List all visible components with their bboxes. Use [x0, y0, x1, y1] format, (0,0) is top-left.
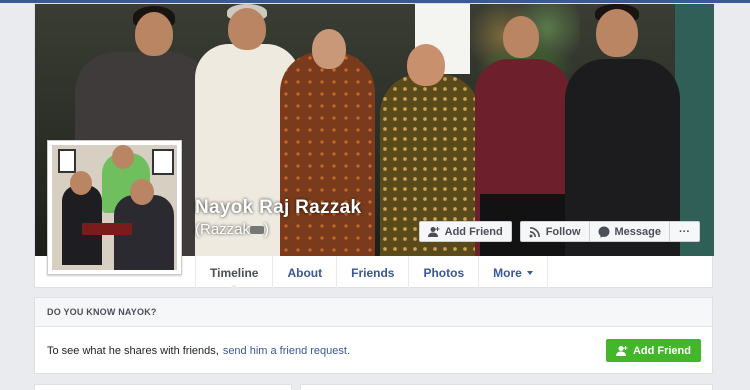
follow-label: Follow: [545, 225, 581, 238]
know-card-text: To see what he shares with friends,: [47, 344, 219, 357]
profile-picture[interactable]: [47, 140, 182, 275]
cover-button-group: Follow Message ···: [519, 221, 700, 242]
pp-head-1: [112, 145, 134, 169]
add-friend-icon: [427, 226, 440, 237]
profile-name[interactable]: Nayok Raj Razzak: [195, 197, 361, 219]
messenger-icon: [598, 226, 610, 238]
do-you-know-card: DO YOU KNOW NAYOK? To see what he shares…: [34, 297, 713, 374]
message-label: Message: [614, 225, 661, 238]
tab-more-label: More: [493, 265, 522, 280]
profile-picture-image: [52, 145, 177, 270]
profile-name-block: Nayok Raj Razzak (Razzak): [195, 197, 361, 238]
chevron-down-icon: [526, 270, 533, 275]
tab-friends-label: Friends: [351, 265, 395, 280]
more-options-button[interactable]: ···: [670, 221, 700, 242]
cover-bg-right: [675, 4, 714, 256]
add-friend-green-label: Add Friend: [632, 344, 691, 357]
profile-tabs: Timeline About Friends Photos More: [195, 256, 548, 290]
pp-head-3: [130, 179, 154, 205]
pp-wall-frame-2: [152, 149, 174, 175]
cover-head-3: [312, 29, 346, 69]
tab-friends[interactable]: Friends: [337, 256, 410, 289]
tab-more[interactable]: More: [479, 256, 548, 289]
alternate-name: (Razzak): [195, 221, 361, 238]
bottom-left-card: [34, 384, 292, 390]
cover-head-6: [596, 9, 638, 57]
cover-head-1: [135, 12, 173, 56]
profile-header: Nayok Raj Razzak (Razzak) Add Friend Fol…: [34, 3, 714, 290]
cover-head-2: [228, 8, 266, 50]
more-options-label: ···: [679, 225, 690, 238]
tab-about-label: About: [287, 265, 323, 280]
redacted-mark: [250, 226, 265, 235]
add-friend-label: Add Friend: [444, 225, 503, 238]
add-friend-green-button[interactable]: Add Friend: [605, 339, 701, 362]
tab-photos[interactable]: Photos: [409, 256, 480, 289]
pp-head-2: [70, 171, 92, 195]
pp-wall-frame-1: [58, 149, 76, 173]
follow-button[interactable]: Follow: [519, 221, 590, 242]
know-card-header: DO YOU KNOW NAYOK?: [35, 298, 712, 327]
cover-head-4: [407, 44, 445, 86]
pp-book: [82, 223, 132, 235]
cover-actions: Add Friend Follow Message ···: [418, 221, 700, 242]
know-card-body: To see what he shares with friends, send…: [35, 327, 712, 374]
tab-timeline-label: Timeline: [210, 265, 259, 280]
add-friend-button[interactable]: Add Friend: [418, 221, 512, 242]
tab-photos-label: Photos: [423, 265, 465, 280]
tab-about[interactable]: About: [273, 256, 338, 289]
rss-icon: [529, 226, 540, 237]
bottom-right-card: [300, 384, 713, 390]
add-friend-icon: [615, 345, 628, 356]
message-button[interactable]: Message: [589, 221, 670, 242]
friend-request-link[interactable]: send him a friend request.: [223, 345, 350, 357]
tab-timeline[interactable]: Timeline: [195, 256, 274, 290]
cover-head-5: [503, 16, 539, 58]
alternate-name-close: ): [264, 221, 270, 238]
alternate-name-text: (Razzak: [195, 221, 251, 238]
